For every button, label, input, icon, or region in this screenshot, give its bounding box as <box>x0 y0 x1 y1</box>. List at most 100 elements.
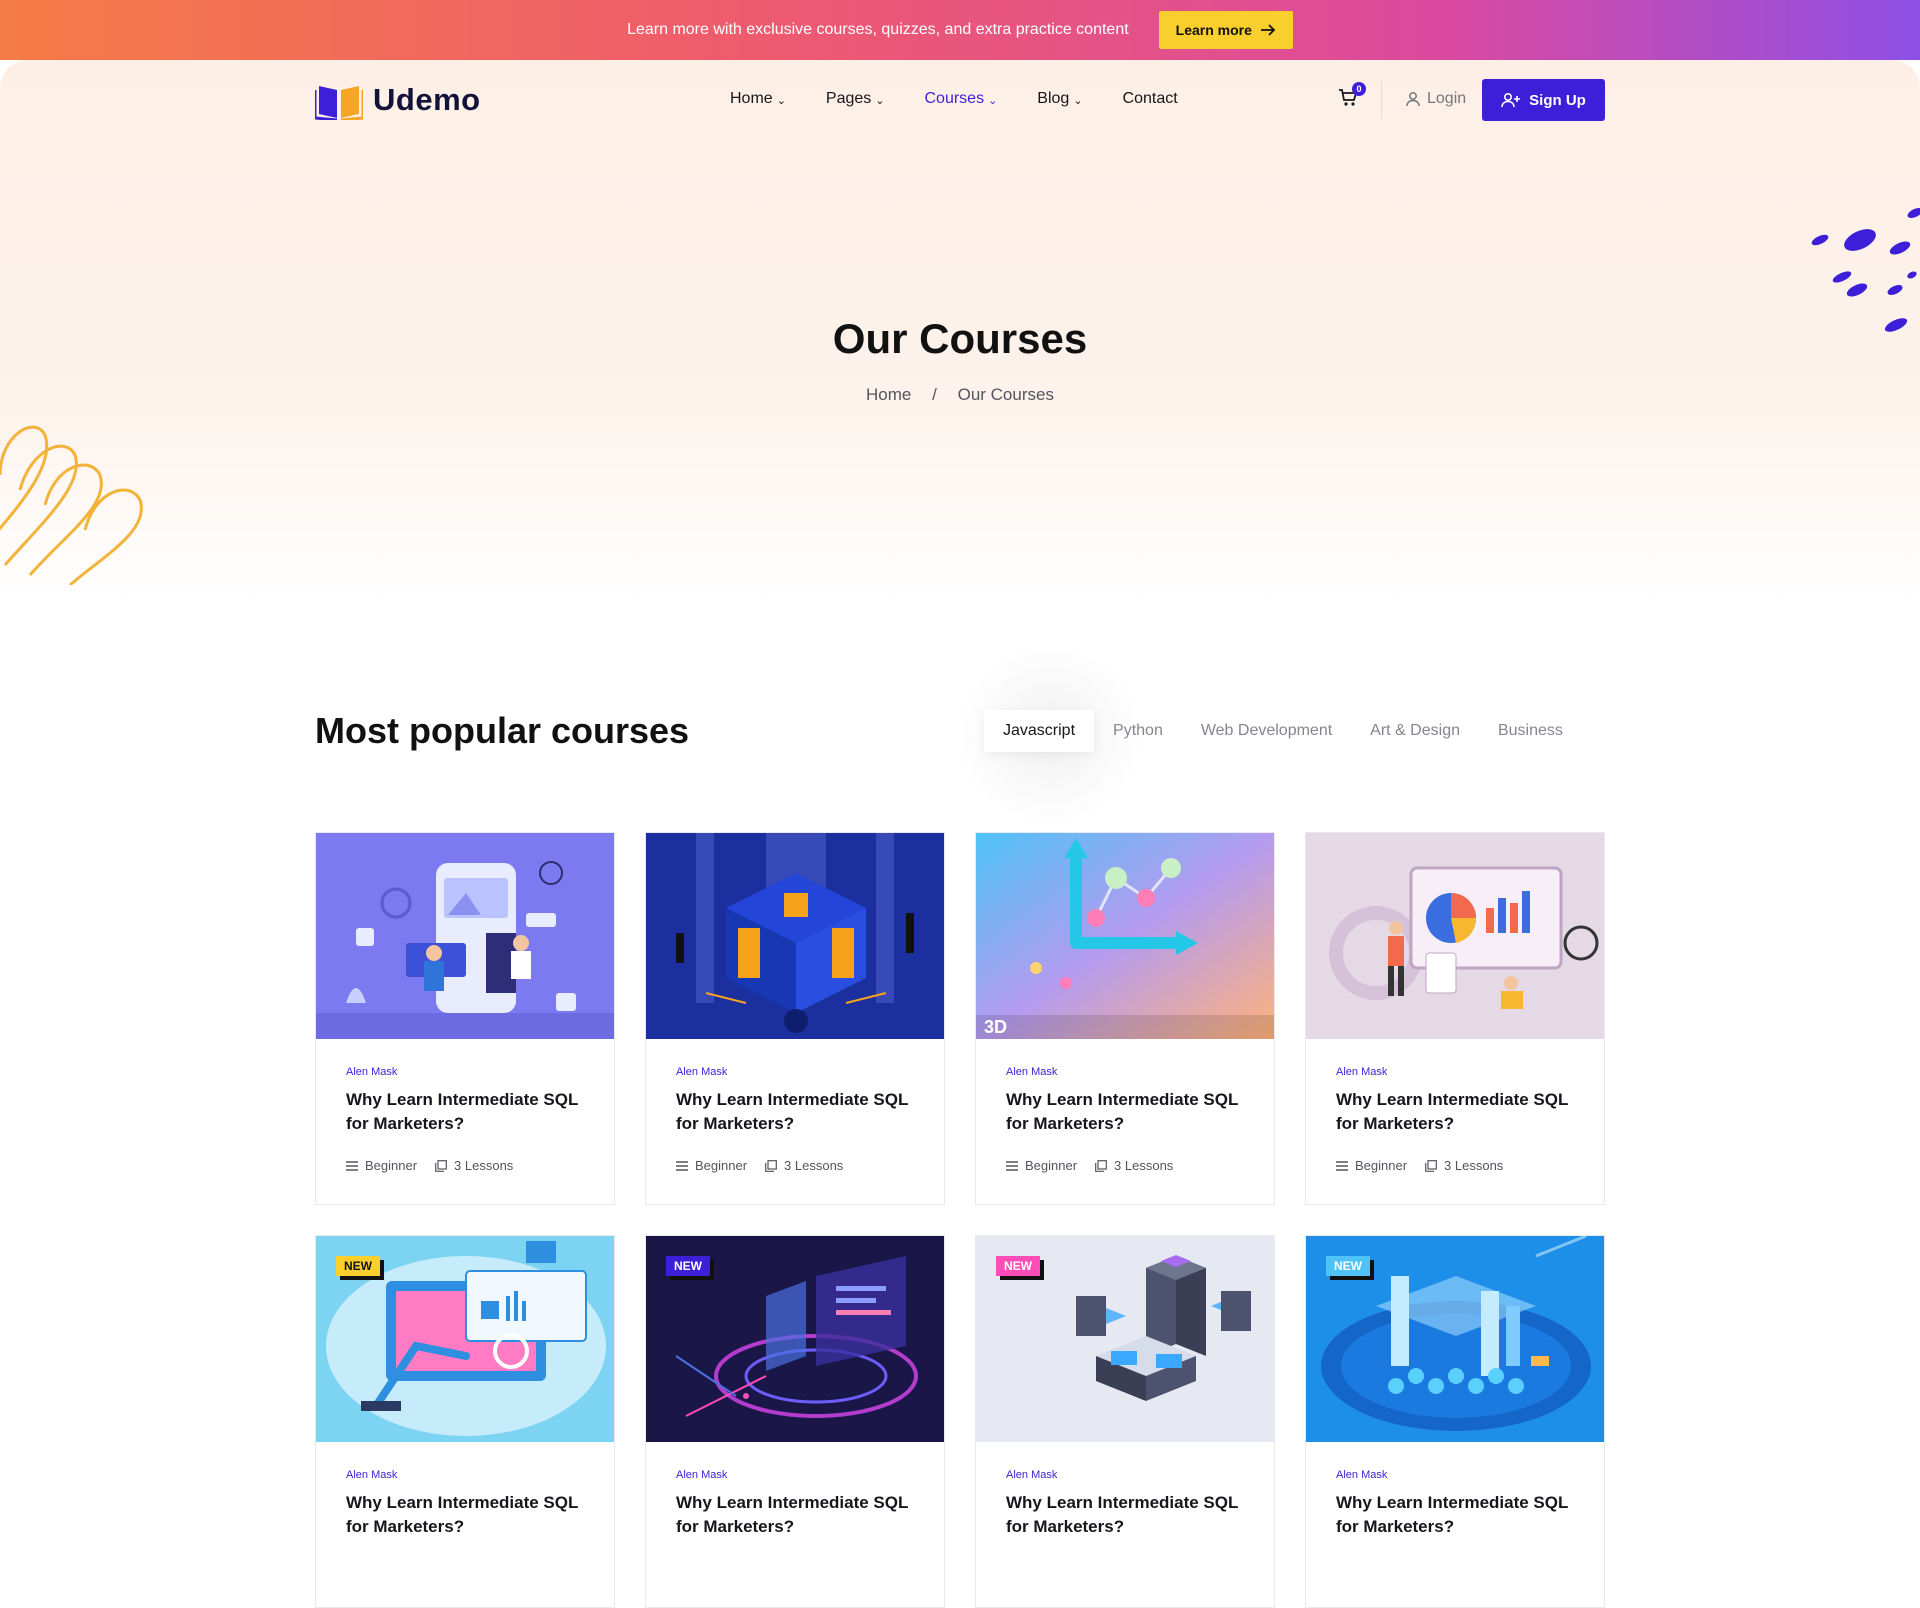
course-meta: Beginner 3 Lessons <box>346 1158 584 1173</box>
section-title-plain: Most popular <box>315 710 551 751</box>
course-card[interactable]: NEW Alen Mask Why Learn Intermediate SQL… <box>1305 1235 1605 1608</box>
course-thumbnail[interactable] <box>646 833 944 1039</box>
course-thumbnail[interactable]: NEW <box>316 1236 614 1442</box>
login-label: Login <box>1427 90 1467 107</box>
course-meta: Beginner 3 Lessons <box>676 1158 914 1173</box>
tab-javascript[interactable]: Javascript <box>984 710 1095 752</box>
learn-more-button[interactable]: Learn more <box>1158 11 1293 49</box>
course-author[interactable]: Alen Mask <box>346 1066 584 1078</box>
course-title[interactable]: Why Learn Intermediate SQL for Marketers… <box>676 1088 914 1136</box>
course-lessons: 3 Lessons <box>435 1158 513 1173</box>
course-lessons-label: 3 Lessons <box>454 1158 514 1173</box>
promo-bar: Learn more with exclusive courses, quizz… <box>0 0 1920 60</box>
login-link[interactable]: Login <box>1405 90 1466 108</box>
course-level: Beginner <box>676 1158 747 1173</box>
course-title[interactable]: Why Learn Intermediate SQL for Marketers… <box>1006 1088 1244 1136</box>
course-card[interactable]: NEW Alen Mask Why Learn Intermediate SQL… <box>315 1235 615 1608</box>
new-badge: NEW <box>666 1256 710 1276</box>
course-level-label: Beginner <box>365 1158 418 1173</box>
course-title[interactable]: Why Learn Intermediate SQL for Marketers… <box>676 1491 914 1539</box>
breadcrumb-home[interactable]: Home <box>866 385 911 404</box>
course-card[interactable]: NEW Alen Mask Why Learn Intermediate SQL… <box>645 1235 945 1608</box>
new-badge: NEW <box>996 1256 1040 1276</box>
nav-label: Blog <box>1037 90 1070 107</box>
tab-business[interactable]: Business <box>1479 710 1582 752</box>
course-illustration: 3D <box>976 833 1274 1039</box>
course-level-label: Beginner <box>695 1158 748 1173</box>
logo[interactable]: Udemo <box>315 80 481 120</box>
course-level: Beginner <box>346 1158 417 1173</box>
tab-art-design[interactable]: Art & Design <box>1351 710 1479 752</box>
main-nav: Udemo Home ⌄ Pages ⌄ Courses ⌄ Blog ⌄ Contac… <box>315 60 1605 140</box>
chevron-down-icon: ⌄ <box>776 94 786 107</box>
promo-text: Learn more with exclusive courses, quizz… <box>627 21 1129 38</box>
copy-icon <box>435 1159 447 1172</box>
nav-item-home[interactable]: Home ⌄ <box>730 90 786 108</box>
chevron-down-icon: ⌄ <box>875 94 885 107</box>
copy-icon <box>1425 1159 1437 1172</box>
course-card[interactable]: Alen Mask Why Learn Intermediate SQL for… <box>315 832 615 1205</box>
list-icon <box>1006 1160 1018 1171</box>
course-level: Beginner <box>1006 1158 1077 1173</box>
course-thumbnail[interactable]: 3D <box>976 833 1274 1039</box>
decorative-loops <box>0 425 143 585</box>
course-thumbnail[interactable]: NEW <box>1306 1236 1604 1442</box>
list-icon <box>676 1160 688 1171</box>
tab-web-development[interactable]: Web Development <box>1182 710 1351 752</box>
course-level: Beginner <box>1336 1158 1407 1173</box>
course-author[interactable]: Alen Mask <box>1336 1066 1574 1078</box>
course-thumbnail[interactable]: NEW <box>646 1236 944 1442</box>
nav-item-courses[interactable]: Courses ⌄ <box>925 90 998 108</box>
course-lessons-label: 3 Lessons <box>1444 1158 1504 1173</box>
learn-more-label: Learn more <box>1175 22 1252 38</box>
course-author[interactable]: Alen Mask <box>1006 1066 1244 1078</box>
course-card[interactable]: Alen Mask Why Learn Intermediate SQL for… <box>645 832 945 1205</box>
course-title[interactable]: Why Learn Intermediate SQL for Marketers… <box>346 1088 584 1136</box>
course-card[interactable]: NEW Alen Mask Why Learn Intermediate SQL… <box>975 1235 1275 1608</box>
nav-label: Pages <box>825 90 872 107</box>
nav-item-blog[interactable]: Blog ⌄ <box>1037 90 1082 108</box>
course-author[interactable]: Alen Mask <box>1336 1469 1574 1481</box>
hero-section: Udemo Home ⌄ Pages ⌄ Courses ⌄ Blog ⌄ Contac… <box>0 60 1920 600</box>
user-icon <box>1406 92 1420 107</box>
course-grid: Alen Mask Why Learn Intermediate SQL for… <box>315 832 1605 1608</box>
course-author[interactable]: Alen Mask <box>676 1066 914 1078</box>
course-title[interactable]: Why Learn Intermediate SQL for Marketers… <box>1336 1088 1574 1136</box>
new-badge: NEW <box>1326 1256 1370 1276</box>
copy-icon <box>1095 1159 1107 1172</box>
course-level-label: Beginner <box>1025 1158 1078 1173</box>
course-thumbnail[interactable] <box>316 833 614 1039</box>
breadcrumb: Home / Our Courses <box>0 385 1920 405</box>
copy-icon <box>765 1159 777 1172</box>
signup-button[interactable]: Sign Up <box>1482 79 1605 121</box>
course-thumbnail[interactable]: NEW <box>976 1236 1274 1442</box>
tab-python[interactable]: Python <box>1094 710 1182 752</box>
course-card[interactable]: 3D Alen Mask Why Learn Intermediate SQL … <box>975 832 1275 1205</box>
course-title[interactable]: Why Learn Intermediate SQL for Marketers… <box>1006 1491 1244 1539</box>
brand-name: Udemo <box>373 82 481 117</box>
cart-count-badge: 0 <box>1352 82 1366 96</box>
course-author[interactable]: Alen Mask <box>1006 1469 1244 1481</box>
course-meta: Beginner 3 Lessons <box>1336 1158 1574 1173</box>
course-title[interactable]: Why Learn Intermediate SQL for Marketers… <box>346 1491 584 1539</box>
course-author[interactable]: Alen Mask <box>676 1469 914 1481</box>
page-title: Our Courses <box>832 315 1088 362</box>
course-card[interactable]: Alen Mask Why Learn Intermediate SQL for… <box>1305 832 1605 1205</box>
nav-item-contact[interactable]: Contact <box>1123 90 1178 108</box>
course-illustration <box>646 833 944 1039</box>
course-thumbnail[interactable] <box>1306 833 1604 1039</box>
course-lessons-label: 3 Lessons <box>784 1158 844 1173</box>
course-title[interactable]: Why Learn Intermediate SQL for Marketers… <box>1336 1491 1574 1539</box>
course-lessons-label: 3 Lessons <box>1114 1158 1174 1173</box>
course-lessons: 3 Lessons <box>1425 1158 1503 1173</box>
category-tabs: Javascript Python Web Development Art & … <box>984 710 1582 752</box>
breadcrumb-current: Our Courses <box>957 385 1054 404</box>
course-author[interactable]: Alen Mask <box>346 1469 584 1481</box>
new-badge: NEW <box>336 1256 380 1276</box>
course-illustration <box>316 833 614 1039</box>
nav-divider <box>1381 82 1382 118</box>
nav-item-pages[interactable]: Pages ⌄ <box>826 90 885 108</box>
list-icon <box>1336 1160 1348 1171</box>
list-icon <box>346 1160 358 1171</box>
cart-button[interactable]: 0 <box>1338 82 1366 112</box>
